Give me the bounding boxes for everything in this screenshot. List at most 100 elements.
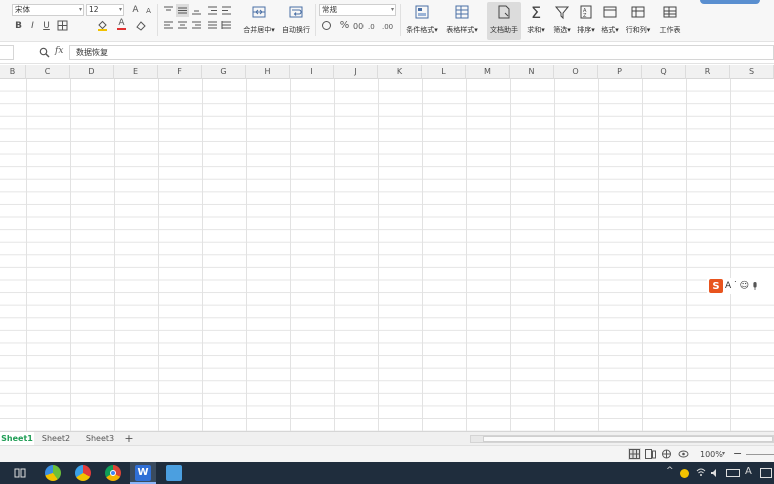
row-col-button[interactable]: 行和列▾ (624, 2, 652, 40)
column-header-h[interactable]: H (246, 65, 290, 79)
column-header-e[interactable]: E (114, 65, 158, 79)
format-button[interactable]: 格式▾ (598, 2, 622, 40)
scrollbar-thumb[interactable] (483, 436, 773, 442)
italic-button[interactable]: I (26, 19, 39, 32)
sort-icon: AZ (576, 2, 596, 22)
zoom-out-button[interactable]: − (733, 447, 742, 460)
font-name-select[interactable]: 宋体 ▾ (12, 4, 84, 16)
wifi-icon[interactable] (696, 467, 706, 477)
formula-input[interactable]: 数据恢复 (69, 45, 774, 60)
indent-decrease-button[interactable] (206, 4, 219, 17)
ime-tray-icon[interactable] (760, 468, 772, 478)
ime-punct[interactable]: ˙ (733, 281, 738, 291)
normal-view-button[interactable] (628, 448, 641, 460)
percent-button[interactable]: % (338, 19, 351, 32)
chrome-icon[interactable] (105, 465, 121, 481)
keyboard-icon[interactable] (726, 469, 740, 477)
add-sheet-button[interactable]: + (123, 432, 135, 445)
network-app-icon[interactable] (166, 465, 182, 481)
zoom-dropdown-icon[interactable]: ▾ (722, 450, 725, 457)
justify-button[interactable] (206, 19, 219, 32)
align-left-button[interactable] (162, 19, 175, 32)
thousands-button[interactable]: 000 (352, 19, 365, 32)
distribute-button[interactable] (220, 19, 233, 32)
column-header-p[interactable]: P (598, 65, 642, 79)
zoom-slider[interactable] (746, 454, 774, 455)
decrease-decimal-button[interactable]: .00 (381, 19, 394, 32)
column-header-r[interactable]: R (686, 65, 730, 79)
tray-app-icon[interactable] (680, 469, 689, 478)
tray-expand-icon[interactable]: ^ (666, 466, 674, 476)
conditional-format-button[interactable]: 条件格式▾ (403, 2, 441, 40)
reading-mode-button[interactable] (677, 448, 690, 460)
ime-mode[interactable]: A (725, 281, 731, 291)
column-header-s[interactable]: S (730, 65, 774, 79)
grow-font-icon: A (132, 4, 139, 15)
align-middle-button[interactable] (176, 4, 189, 17)
column-header-q[interactable]: Q (642, 65, 686, 79)
zoom-formula-button[interactable] (38, 46, 51, 59)
fx-label[interactable]: fx (55, 46, 63, 56)
auto-wrap-button[interactable]: 自动换行 (280, 2, 312, 40)
browser-360-icon[interactable] (75, 465, 91, 481)
sheet-tab-2[interactable]: Sheet2 (34, 432, 78, 445)
task-view-icon[interactable] (14, 467, 26, 479)
name-box[interactable] (0, 45, 14, 60)
border-button[interactable] (56, 19, 69, 32)
input-language[interactable]: A (745, 466, 752, 477)
align-center-button[interactable] (176, 19, 189, 32)
ime-emoji-icon[interactable]: ☺ (740, 281, 749, 291)
font-size-select[interactable]: 12 ▾ (86, 4, 124, 16)
sum-button[interactable]: Σ 求和▾ (524, 2, 548, 40)
column-header-o[interactable]: O (554, 65, 598, 79)
currency-button[interactable] (320, 19, 333, 32)
grow-font-button[interactable]: A (129, 3, 142, 16)
merge-center-button[interactable]: 合并居中▾ (240, 2, 278, 40)
ime-toolbar[interactable]: S A ˙ ☺ (707, 278, 774, 294)
sheet-tab-1[interactable]: Sheet1 (0, 432, 34, 445)
bold-button[interactable]: B (12, 19, 25, 32)
underline-icon: U (43, 20, 50, 31)
column-header-d[interactable]: D (70, 65, 114, 79)
horizontal-scrollbar[interactable] (470, 435, 774, 443)
chevron-down-icon: ▾ (541, 26, 545, 34)
number-format-select[interactable]: 常规 ▾ (319, 4, 396, 16)
page-layout-button[interactable] (644, 448, 657, 460)
column-header-n[interactable]: N (510, 65, 554, 79)
filter-button[interactable]: 筛选▾ (550, 2, 574, 40)
sheet-tab-3[interactable]: Sheet3 (78, 432, 122, 445)
column-header-c[interactable]: C (26, 65, 70, 79)
column-header-k[interactable]: K (378, 65, 422, 79)
column-header-l[interactable]: L (422, 65, 466, 79)
column-header-g[interactable]: G (202, 65, 246, 79)
font-color-button[interactable]: A (115, 18, 128, 31)
zoom-level[interactable]: 100% (700, 450, 723, 459)
sort-button[interactable]: AZ 排序▾ (574, 2, 598, 40)
align-bottom-button[interactable] (190, 4, 203, 17)
sogou-logo-icon[interactable]: S (709, 279, 723, 293)
microphone-icon[interactable] (751, 281, 759, 291)
clear-format-button[interactable] (134, 19, 147, 32)
align-right-button[interactable] (190, 19, 203, 32)
cell-grid[interactable] (0, 79, 774, 431)
wps-spreadsheet-icon[interactable]: W (135, 465, 151, 481)
table-style-button[interactable]: 表格样式▾ (443, 2, 481, 40)
border-icon (57, 20, 68, 31)
column-header-m[interactable]: M (466, 65, 510, 79)
shrink-font-button[interactable]: A (142, 4, 155, 17)
page-break-button[interactable] (660, 448, 673, 460)
fill-color-button[interactable] (96, 19, 109, 32)
underline-button[interactable]: U (40, 19, 53, 32)
worksheet-button[interactable]: 工作表 (656, 2, 684, 40)
increase-decimal-button[interactable]: .0 (367, 19, 380, 32)
align-top-button[interactable] (162, 4, 175, 17)
status-bar: 100% ▾ − (0, 445, 774, 462)
doc-assistant-button[interactable]: 文档助手 (487, 2, 521, 40)
app-360-icon[interactable] (45, 465, 61, 481)
indent-increase-button[interactable] (220, 4, 233, 17)
column-header-j[interactable]: J (334, 65, 378, 79)
column-header-f[interactable]: F (158, 65, 202, 79)
volume-icon[interactable] (710, 468, 720, 478)
column-header-b[interactable]: B (0, 65, 26, 79)
column-header-i[interactable]: I (290, 65, 334, 79)
